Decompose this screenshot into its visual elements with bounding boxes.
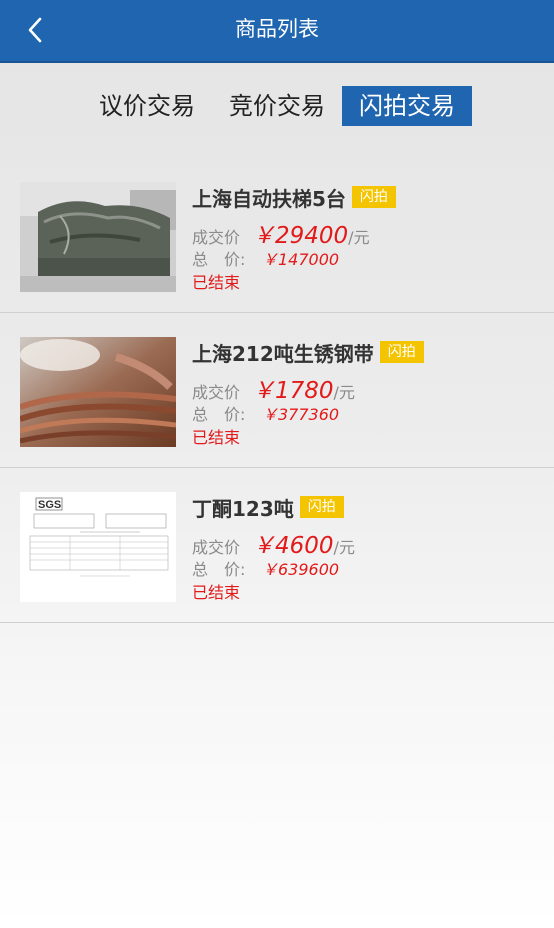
- list-item[interactable]: 上海自动扶梯5台 闪拍 成交价 ￥29400 /元 总 价: ￥147000 已…: [0, 158, 554, 313]
- product-title: 上海212吨生锈钢带: [192, 341, 374, 366]
- status-label: 已结束: [192, 428, 241, 447]
- back-button[interactable]: [18, 12, 52, 48]
- header-bar: 商品列表: [0, 0, 554, 63]
- tab-bidding-trade[interactable]: 竞价交易: [225, 86, 329, 126]
- trade-type-tabs: 议价交易 竞价交易 闪拍交易: [0, 86, 554, 126]
- list-item[interactable]: 上海212吨生锈钢带 闪拍 成交价 ￥1780 /元 总 价: ￥377360 …: [0, 313, 554, 468]
- deal-price-value: ￥1780: [252, 378, 334, 404]
- price-unit: /元: [333, 383, 355, 402]
- total-price-label: 总 价:: [192, 405, 246, 424]
- total-price-label: 总 价:: [192, 250, 246, 269]
- status-label: 已结束: [192, 583, 241, 602]
- product-list: 上海自动扶梯5台 闪拍 成交价 ￥29400 /元 总 价: ￥147000 已…: [0, 158, 554, 623]
- flash-auction-badge: 闪拍: [299, 496, 344, 518]
- deal-price-label: 成交价: [192, 383, 241, 402]
- page-title: 商品列表: [235, 17, 319, 41]
- product-image-escalator: [20, 182, 176, 292]
- total-price-value: ￥639600: [262, 560, 340, 579]
- product-image-document: SGS: [20, 492, 176, 602]
- deal-price-label: 成交价: [192, 538, 241, 557]
- status-label: 已结束: [192, 273, 241, 292]
- total-price-label: 总 价:: [192, 560, 246, 579]
- chevron-left-icon: [28, 17, 42, 43]
- sgs-logo-text: SGS: [38, 499, 61, 511]
- price-unit: /元: [348, 228, 370, 247]
- list-item[interactable]: SGS 丁酮123吨 闪拍 成交价 ￥4600 /元 总 价: ￥639600 …: [0, 468, 554, 623]
- product-title: 上海自动扶梯5台: [192, 186, 346, 211]
- deal-price-value: ￥4600: [252, 533, 334, 559]
- total-price-value: ￥377360: [262, 405, 340, 424]
- product-title: 丁酮123吨: [192, 496, 294, 521]
- price-unit: /元: [333, 538, 355, 557]
- deal-price-value: ￥29400: [252, 223, 349, 249]
- product-image-steel-coil: [20, 337, 176, 447]
- flash-auction-badge: 闪拍: [351, 186, 396, 208]
- tab-negotiated-trade[interactable]: 议价交易: [95, 86, 199, 126]
- flash-auction-badge: 闪拍: [379, 341, 424, 363]
- total-price-value: ￥147000: [262, 250, 340, 269]
- deal-price-label: 成交价: [192, 228, 241, 247]
- tab-flash-auction[interactable]: 闪拍交易: [342, 86, 472, 126]
